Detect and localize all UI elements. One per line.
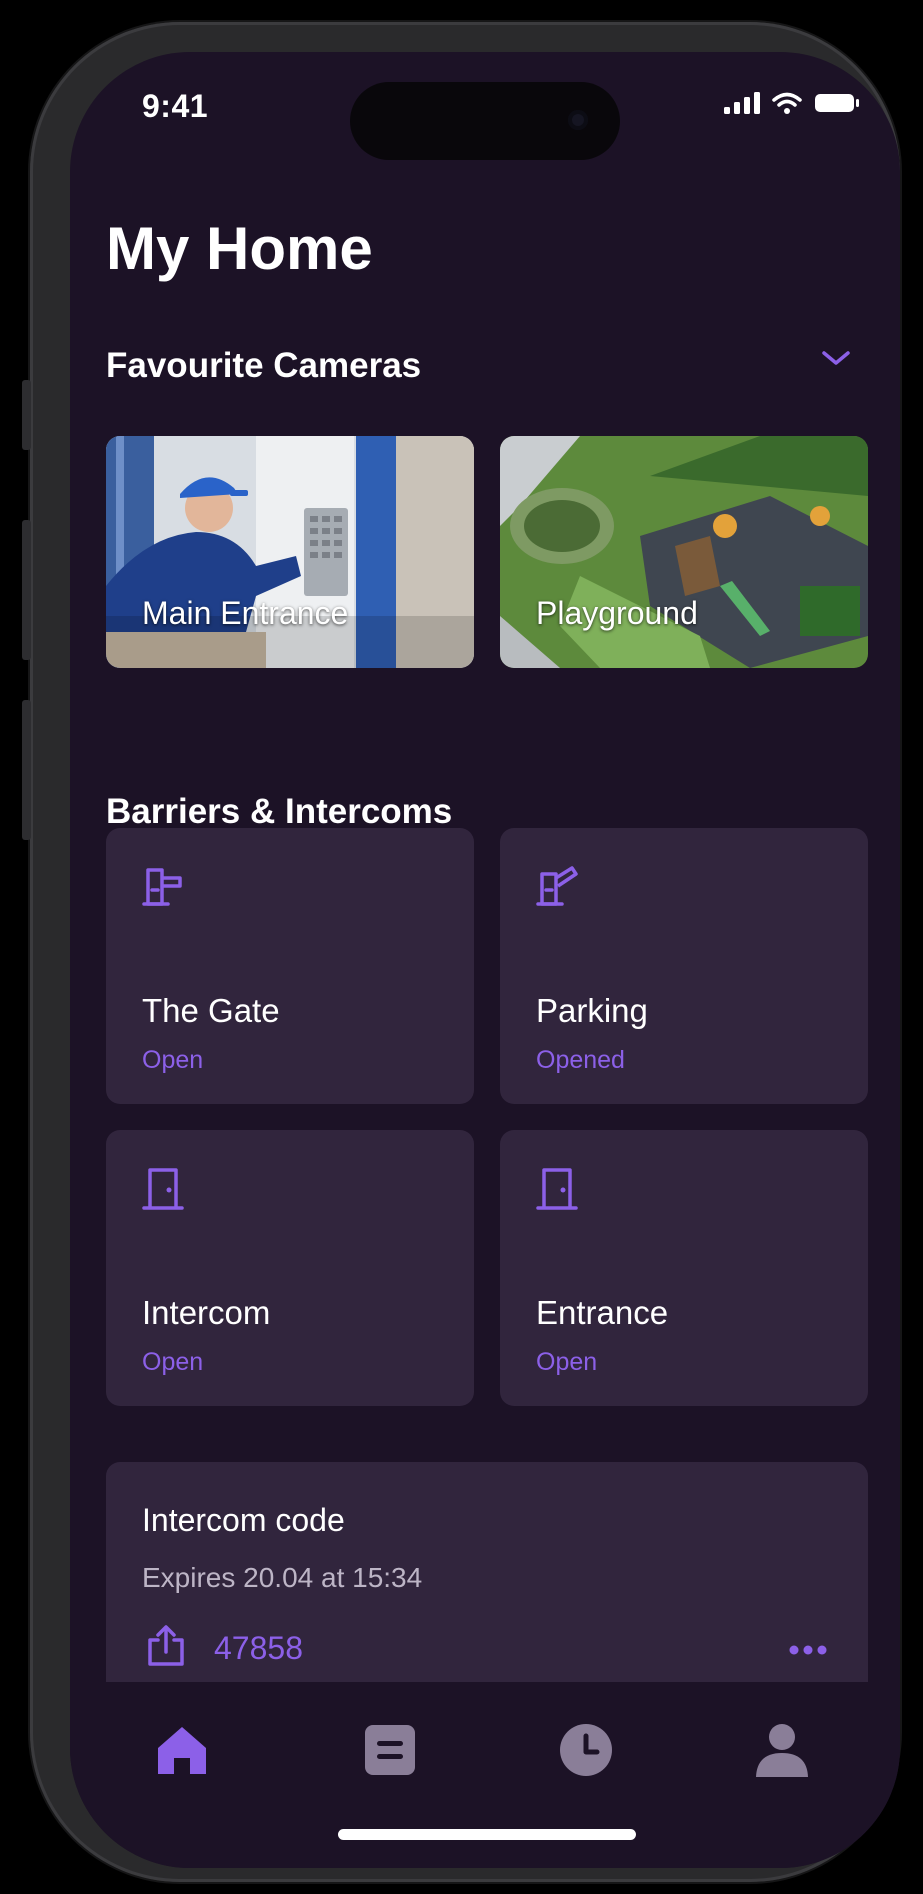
camera-label: Playground — [536, 595, 698, 631]
camera-label: Main Entrance — [142, 595, 349, 631]
camera-card-playground[interactable]: Playground — [500, 436, 868, 668]
barrier-gate-raised-icon — [536, 866, 578, 906]
signal-icon — [724, 92, 760, 114]
home-icon — [158, 1727, 206, 1774]
list-icon — [365, 1725, 415, 1775]
profile-icon — [756, 1724, 808, 1777]
barriers-intercoms-title: Barriers & Intercoms — [106, 792, 453, 831]
tile-name: Intercom — [142, 1294, 271, 1331]
tile-intercom[interactable]: Intercom Open — [106, 1130, 474, 1406]
app-screen: 9:41 My Home Favourite Cameras Main Entr… — [70, 52, 900, 1868]
intercom-code-value[interactable]: 47858 — [214, 1630, 303, 1667]
tab-list[interactable] — [360, 1720, 420, 1780]
barrier-gate-icon — [142, 868, 182, 906]
tile-status: Open — [536, 1348, 598, 1376]
tile-status: Opened — [536, 1046, 625, 1074]
share-icon[interactable] — [142, 1622, 190, 1670]
tile-parking[interactable]: Parking Opened — [500, 828, 868, 1104]
wifi-icon — [772, 92, 802, 114]
status-time: 9:41 — [142, 88, 209, 124]
tile-status: Open — [142, 1348, 204, 1376]
tile-the-gate[interactable]: The Gate Open — [106, 828, 474, 1104]
status-icons — [724, 92, 860, 114]
home-indicator — [338, 1829, 636, 1840]
tile-name: The Gate — [142, 992, 280, 1029]
intercom-code-expiry: Expires 20.04 at 15:34 — [142, 1562, 423, 1593]
tile-status: Open — [142, 1046, 204, 1074]
volume-down-button — [22, 700, 31, 840]
chevron-down-icon[interactable] — [820, 348, 852, 368]
clock-icon — [560, 1724, 612, 1776]
tile-name: Entrance — [536, 1294, 669, 1331]
camera-feed-image — [500, 436, 868, 668]
camera-card-main-entrance[interactable]: Main Entrance — [106, 436, 474, 668]
front-camera — [568, 110, 588, 130]
favourite-cameras-title: Favourite Cameras — [106, 346, 422, 385]
battery-icon — [815, 94, 859, 112]
more-options-icon[interactable] — [788, 1644, 828, 1656]
tile-name: Parking — [536, 992, 648, 1029]
volume-up-button — [22, 520, 31, 660]
tab-bar — [70, 1682, 900, 1868]
tile-entrance[interactable]: Entrance Open — [500, 1130, 868, 1406]
tab-home[interactable] — [152, 1720, 212, 1780]
page-title: My Home — [106, 215, 373, 282]
dynamic-island — [350, 82, 620, 160]
camera-feed-image — [106, 436, 474, 668]
intercom-code-title: Intercom code — [142, 1502, 345, 1538]
action-button — [22, 380, 31, 450]
tab-history[interactable] — [556, 1720, 616, 1780]
door-icon — [142, 1168, 184, 1210]
tab-profile[interactable] — [752, 1720, 812, 1780]
door-icon — [536, 1168, 578, 1210]
